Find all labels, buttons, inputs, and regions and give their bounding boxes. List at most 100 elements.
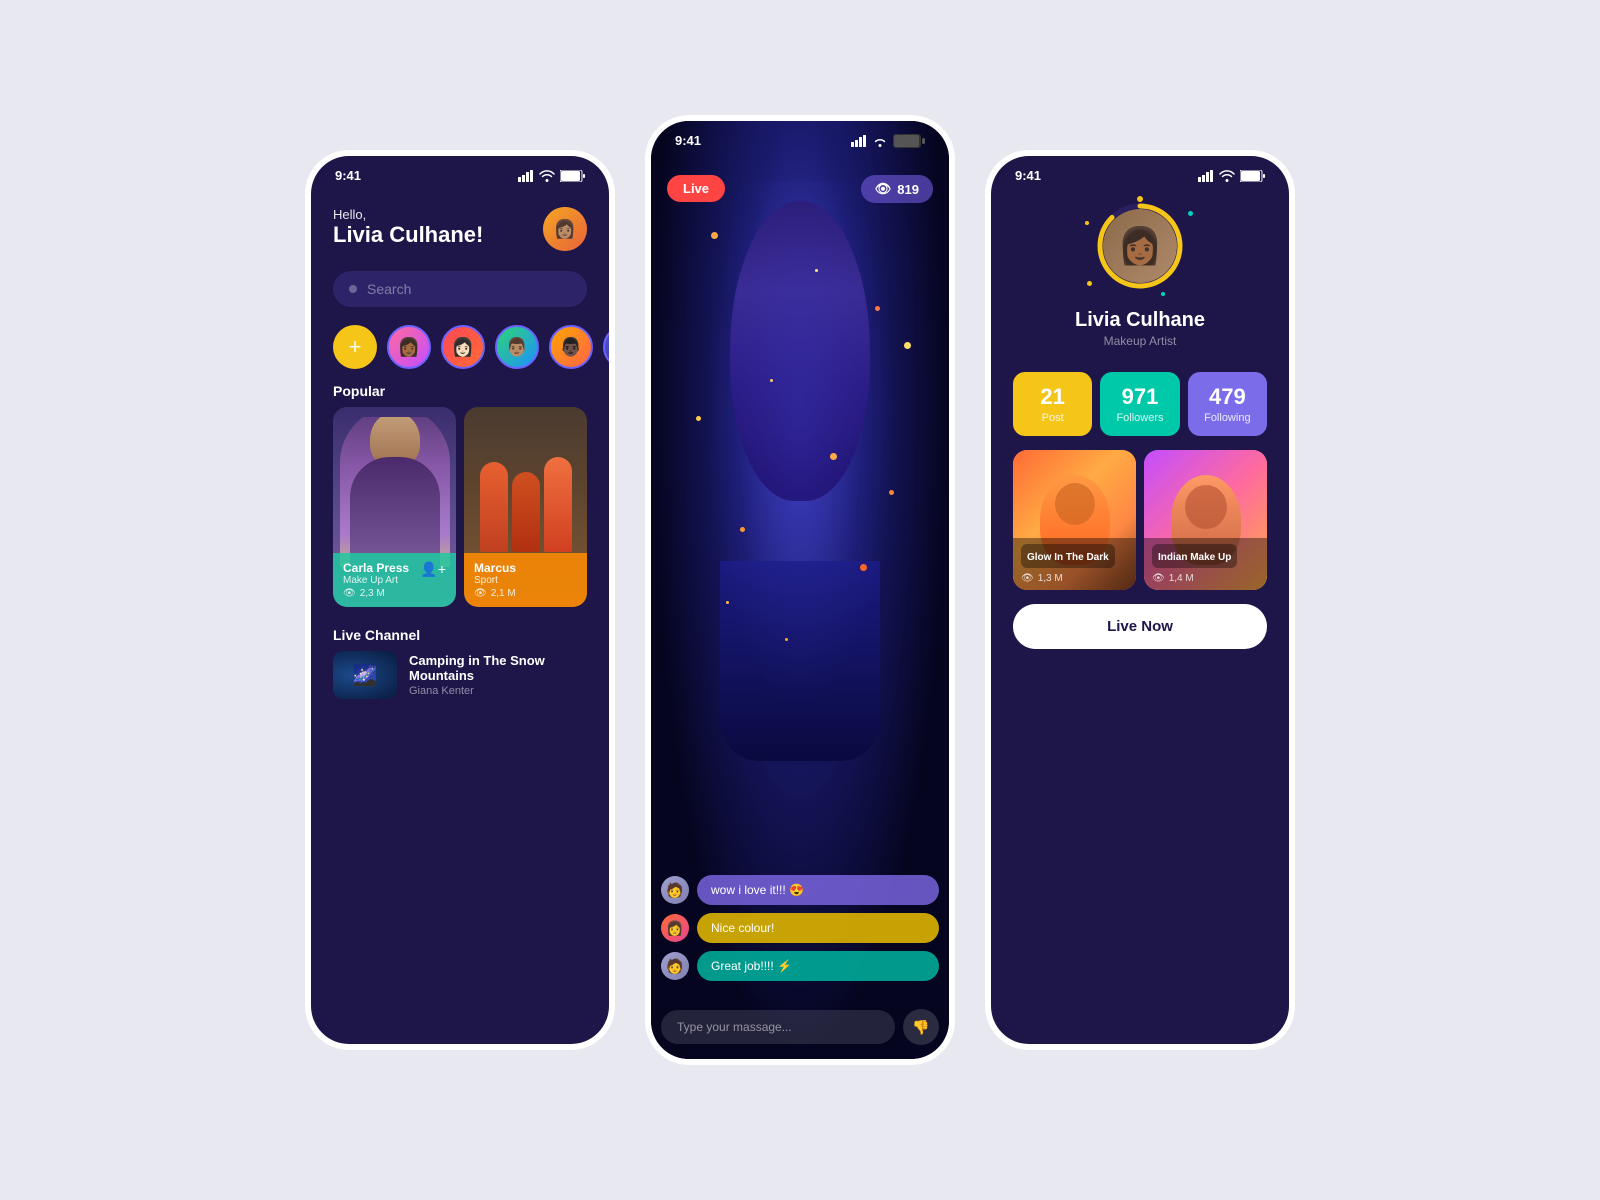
- stat-following-label: Following: [1196, 412, 1259, 424]
- viewer-eye-icon: 👁: [875, 181, 892, 197]
- status-bar-3: 9:41: [991, 156, 1289, 191]
- time-3: 9:41: [1015, 168, 1041, 183]
- story-2[interactable]: 👩🏻: [441, 325, 485, 369]
- phone-1-frame: 9:41: [305, 150, 615, 1050]
- story-4[interactable]: 👨🏿: [549, 325, 593, 369]
- chat-input[interactable]: Type your massage...: [661, 1010, 895, 1044]
- add-story-button[interactable]: +: [333, 325, 377, 369]
- status-icons-3: [1198, 170, 1265, 182]
- chat-bubble-1: wow i love it!!! 😍: [697, 875, 939, 905]
- time-1: 9:41: [335, 168, 361, 183]
- live-now-button[interactable]: Live Now: [1013, 604, 1267, 649]
- stories-row: + 👩🏾 👩🏻 👨🏽 👨🏿 👩🏾: [311, 317, 609, 377]
- popular-card-2[interactable]: Marcus Sport 👁 2,1 M: [464, 407, 587, 607]
- story-1[interactable]: 👩🏾: [387, 325, 431, 369]
- gallery-card-2[interactable]: Indian Make Up 👁 1,4 M: [1144, 450, 1267, 590]
- chat-avatar-2: 👩: [661, 914, 689, 942]
- card-cat-1: Make Up Art: [343, 575, 409, 586]
- stat-followers: 971 Followers: [1100, 372, 1179, 436]
- chat-placeholder: Type your massage...: [677, 1020, 792, 1034]
- live-title: Camping in The Snow Mountains: [409, 653, 587, 683]
- battery-icon-3: [1240, 170, 1265, 182]
- signal-icon-3: [1198, 170, 1214, 182]
- popular-label: Popular: [311, 377, 609, 407]
- chat-bubble-3: Great job!!!! ⚡: [697, 951, 939, 981]
- live-author: Giana Kenter: [409, 685, 587, 697]
- stats-row: 21 Post 971 Followers 479 Following: [1013, 372, 1267, 436]
- profile-info: Livia Culhane Makeup Artist: [991, 299, 1289, 372]
- story-5[interactable]: 👩🏾: [603, 325, 609, 369]
- chat-input-row: Type your massage... 👎: [661, 1009, 939, 1045]
- search-icon: [349, 285, 357, 293]
- wifi-icon-3: [1219, 170, 1235, 182]
- greeting-hello: Hello,: [333, 207, 483, 222]
- status-icons-2: [851, 134, 925, 148]
- chat-avatar-1: 🧑: [661, 876, 689, 904]
- profile-subtitle: Makeup Artist: [1013, 334, 1267, 348]
- gallery-card-1[interactable]: Glow In The Dark 👁 1,3 M: [1013, 450, 1136, 590]
- wifi-icon-1: [539, 170, 555, 182]
- live-label: Live: [683, 181, 709, 196]
- profile-name: Livia Culhane: [1013, 309, 1267, 332]
- card-overlay-2: Marcus Sport 👁 2,1 M: [464, 553, 587, 607]
- stat-post-number: 21: [1021, 384, 1084, 410]
- stat-following-number: 479: [1196, 384, 1259, 410]
- chat-bubble-2: Nice colour!: [697, 913, 939, 943]
- user-avatar-1[interactable]: 👩🏽: [543, 207, 587, 251]
- status-bar-2: 9:41: [651, 121, 949, 156]
- viewer-count: 👁 819: [861, 175, 933, 203]
- card-views-2: 👁 2,1 M: [474, 588, 577, 599]
- live-info: Camping in The Snow Mountains Giana Kent…: [409, 653, 587, 697]
- viewer-number: 819: [897, 182, 919, 197]
- popular-grid: Carla Press Make Up Art 👁 2,3 M 👤+: [311, 407, 609, 607]
- stat-post: 21 Post: [1013, 372, 1092, 436]
- stat-post-label: Post: [1021, 412, 1084, 424]
- story-3[interactable]: 👨🏽: [495, 325, 539, 369]
- card-name-1: Carla Press: [343, 561, 409, 575]
- live-thumb: 🌌: [333, 651, 397, 699]
- phone-2-frame: 9:41 Live: [645, 115, 955, 1065]
- signal-icon-1: [518, 170, 534, 182]
- card-cat-2: Sport: [474, 575, 577, 586]
- search-placeholder: Search: [367, 281, 411, 297]
- battery-icon-2: [893, 134, 925, 148]
- follow-icon-1[interactable]: 👤+: [420, 561, 446, 578]
- live-channel-label: Live Channel: [333, 621, 587, 651]
- profile-ring-container: 👩🏾: [991, 201, 1289, 291]
- status-bar-1: 9:41: [311, 156, 609, 191]
- eye-icon-1: 👁: [343, 588, 356, 599]
- signal-icon-2: [851, 135, 867, 147]
- phone-3-frame: 9:41: [985, 150, 1295, 1050]
- gallery-views-1: 👁 1,3 M: [1021, 573, 1128, 584]
- live-channel-item[interactable]: 🌌 Camping in The Snow Mountains Giana Ke…: [333, 651, 587, 699]
- gallery-badge-1: Glow In The Dark: [1027, 552, 1109, 563]
- live-channel-section: Live Channel 🌌 Camping in The Snow Mount…: [311, 607, 609, 709]
- wifi-icon-2: [872, 135, 888, 147]
- sparkles-overlay: [651, 121, 949, 859]
- stat-following: 479 Following: [1188, 372, 1267, 436]
- search-bar[interactable]: Search: [333, 271, 587, 307]
- popular-card-1[interactable]: Carla Press Make Up Art 👁 2,3 M 👤+: [333, 407, 456, 607]
- profile-avatar: 👩🏾: [1103, 209, 1177, 283]
- chat-area: 🧑 wow i love it!!! 😍 👩 Nice colour! 🧑 Gr…: [661, 875, 939, 989]
- chat-message-1: 🧑 wow i love it!!! 😍: [661, 875, 939, 905]
- stat-followers-label: Followers: [1108, 412, 1171, 424]
- card-name-2: Marcus: [474, 561, 577, 575]
- time-2: 9:41: [675, 133, 701, 148]
- chat-send-button[interactable]: 👎: [903, 1009, 939, 1045]
- status-icons-1: [518, 170, 585, 182]
- eye-icon-2: 👁: [474, 588, 487, 599]
- battery-icon-1: [560, 170, 585, 182]
- gallery-badge-2: Indian Make Up: [1158, 552, 1231, 563]
- chat-message-2: 👩 Nice colour!: [661, 913, 939, 943]
- greeting-name: Livia Culhane!: [333, 222, 483, 248]
- greeting-section: Hello, Livia Culhane! 👩🏽: [311, 191, 609, 261]
- card-views-1: 👁 2,3 M: [343, 588, 409, 599]
- stat-followers-number: 971: [1108, 384, 1171, 410]
- gallery-grid: Glow In The Dark 👁 1,3 M: [1013, 450, 1267, 590]
- gallery-eye-1: 👁: [1021, 573, 1034, 584]
- profile-ring: 👩🏾: [1095, 201, 1185, 291]
- chat-message-3: 🧑 Great job!!!! ⚡: [661, 951, 939, 981]
- live-badge: Live: [667, 175, 725, 202]
- card-overlay-1: Carla Press Make Up Art 👁 2,3 M 👤+: [333, 553, 456, 607]
